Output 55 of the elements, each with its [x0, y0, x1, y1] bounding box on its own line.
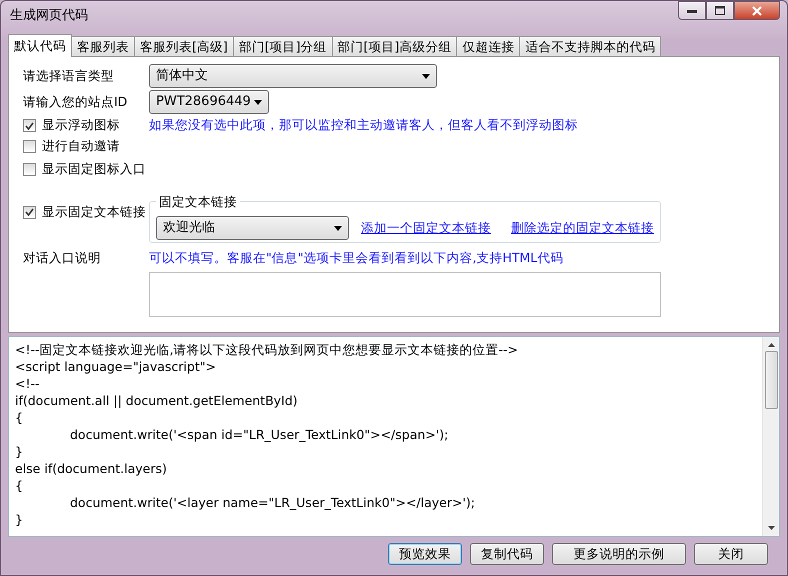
language-dropdown[interactable]: 简体中文	[149, 64, 437, 88]
maximize-button[interactable]	[706, 1, 734, 20]
scroll-up-icon	[768, 343, 774, 347]
tab[interactable]: 默认代码	[8, 34, 72, 57]
code-line: }	[15, 511, 24, 528]
window-title: 生成网页代码	[9, 7, 88, 26]
checkbox[interactable]	[23, 206, 36, 219]
hint-text: 可以不填写。客服在"信息"选项卡里会看到看到以下内容,支持HTML代码	[149, 249, 564, 267]
code-line: {	[15, 409, 24, 426]
checkbox[interactable]	[23, 162, 36, 176]
hint-text: 如果您没有选中此项，那可以监控和主动邀请客人，但客人看不到浮动图标	[149, 116, 578, 134]
dialog-button[interactable]: 更多说明的示例	[552, 543, 686, 565]
checkbox-label: 显示固定文本链接	[42, 203, 146, 221]
code-line: else if(document.layers)	[15, 460, 168, 477]
minimize-button[interactable]	[678, 1, 706, 20]
checkbox-label: 显示浮动图标	[42, 116, 120, 134]
code-line: if(document.all || document.getElementById)	[15, 392, 299, 409]
minimize-icon	[687, 8, 697, 12]
field-label: 对话入口说明	[23, 249, 102, 267]
code-line: document.write('<span id="LR_User_TextLink0"></span>');	[69, 426, 450, 443]
close-button[interactable]	[734, 1, 780, 20]
code-area[interactable]	[8, 336, 780, 537]
checkbox[interactable]	[23, 140, 36, 153]
field-label: 请选择语言类型	[23, 66, 115, 85]
field-label: 请输入您的站点ID	[23, 92, 128, 111]
caret-icon	[334, 226, 342, 230]
tab[interactable]: 客服列表	[71, 36, 135, 56]
checkbox[interactable]	[23, 119, 36, 132]
maximize-icon	[715, 6, 725, 15]
code-line: }	[15, 443, 24, 460]
close-icon	[752, 6, 762, 16]
checkbox-label: 显示固定图标入口	[42, 160, 146, 178]
code-line: <!--固定文本链接欢迎光临,请将以下这段代码放到网页中您想要显示文本链接的位置-->	[15, 341, 519, 358]
site-id-dropdown[interactable]: PWT28696449	[149, 90, 269, 114]
scroll-thumb[interactable]	[764, 351, 778, 409]
caret-icon	[422, 74, 430, 78]
text-link-dropdown[interactable]: 欢迎光临	[156, 216, 349, 240]
code-line: <!--	[15, 375, 41, 392]
caret-icon	[254, 100, 262, 104]
dialog-button[interactable]: 复制代码	[470, 543, 544, 565]
checkbox-label: 进行自动邀请	[42, 137, 120, 156]
add-link[interactable]: 添加一个固定文本链接	[361, 218, 491, 238]
tab[interactable]: 客服列表[高级]	[134, 36, 234, 56]
delete-link[interactable]: 删除选定的固定文本链接	[511, 218, 654, 238]
tab[interactable]: 部门[项目]高级分组	[332, 36, 458, 56]
dialog-button[interactable]: 预览效果	[388, 543, 462, 565]
tab[interactable]: 部门[项目]分组	[232, 36, 333, 56]
code-line: document.write('<layer name="LR_User_TextLink0"></layer>');	[69, 494, 476, 511]
code-line: <script language="javascript">	[15, 358, 217, 375]
code-line: {	[15, 477, 24, 494]
scroll-down-icon	[768, 526, 774, 530]
scrollbar[interactable]	[762, 337, 779, 536]
tab[interactable]: 适合不支持脚本的代码	[519, 36, 662, 56]
tab[interactable]: 仅超连接	[456, 36, 520, 56]
dialog-button[interactable]: 关闭	[694, 543, 768, 565]
